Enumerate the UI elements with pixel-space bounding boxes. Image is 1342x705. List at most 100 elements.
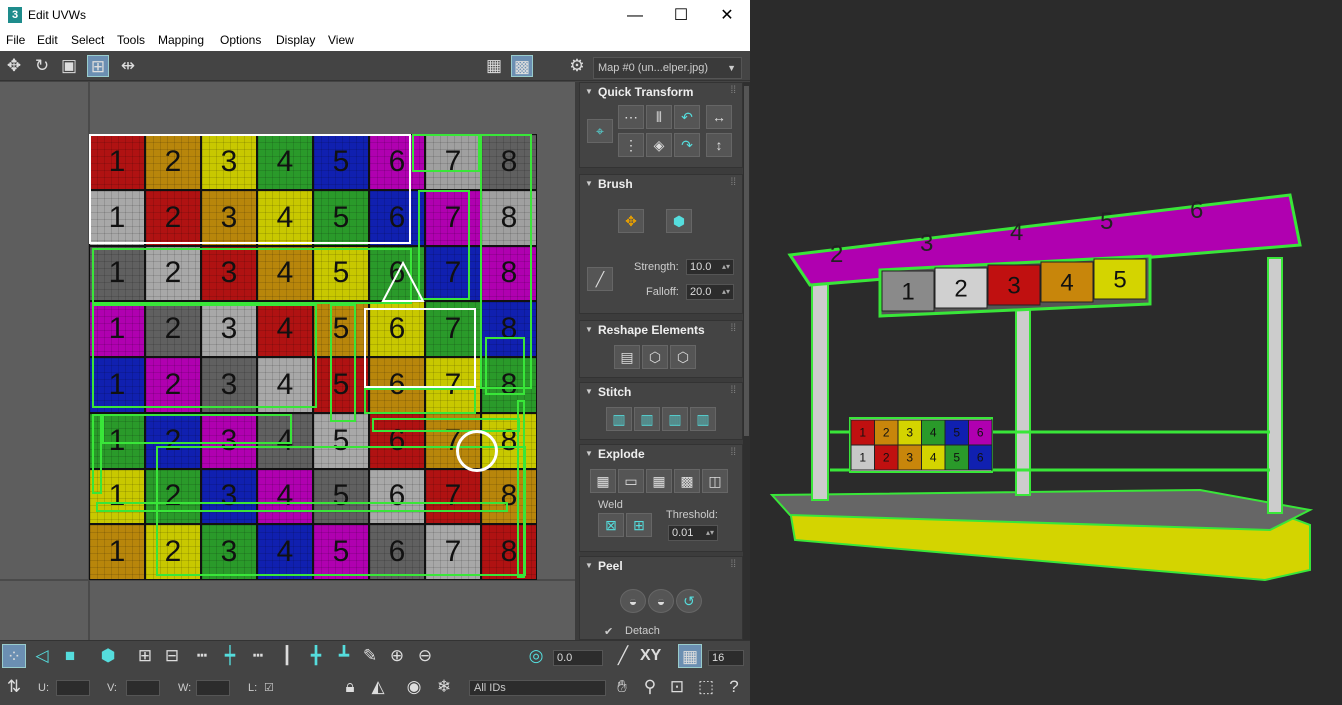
menu-display[interactable]: Display — [276, 33, 315, 47]
falloff-spinner[interactable]: 20.0 — [686, 284, 734, 300]
hide-icon[interactable]: ◭ — [366, 675, 390, 699]
lock-checkbox[interactable]: ☑ — [264, 681, 274, 694]
polygon-select-icon[interactable]: ■ — [58, 644, 82, 668]
drag-handle-icon[interactable]: ⁞⁞ — [730, 177, 736, 188]
xy-label[interactable]: XY — [640, 647, 661, 665]
align-horizontal-icon[interactable]: ⋯ — [618, 105, 644, 129]
threshold-spinner[interactable]: 0.01 — [668, 525, 718, 541]
menu-select[interactable]: Select — [71, 33, 104, 47]
show-map-icon[interactable]: ▩ — [511, 55, 533, 77]
rollout-title[interactable]: Quick Transform — [580, 83, 744, 101]
rollout-title[interactable]: Stitch — [580, 383, 744, 401]
detach-checkbox[interactable]: ✔ — [604, 625, 613, 638]
soft-selection-icon[interactable]: ◎ — [524, 644, 548, 668]
reset-peel-icon[interactable]: ↺ — [676, 589, 702, 613]
weld-target-icon[interactable]: ⊞ — [626, 513, 652, 537]
soft-selection-value[interactable]: 0.0 — [553, 650, 603, 666]
relax-settings-icon[interactable]: ⬡ — [670, 345, 696, 369]
paint-move-icon[interactable]: ✥ — [618, 209, 644, 233]
vertex-select-icon[interactable]: ⁘ — [2, 644, 26, 668]
flatten-by-material-icon[interactable]: ▦ — [646, 469, 672, 493]
help-icon[interactable]: ? — [722, 675, 746, 699]
rotate-ccw-icon[interactable]: ↶ — [674, 105, 700, 129]
scrollbar-thumb[interactable] — [744, 86, 749, 436]
strength-spinner[interactable]: 10.0 — [686, 259, 734, 275]
set-pivot-icon[interactable]: ⌖ — [587, 119, 613, 143]
uv-shell-triangle[interactable] — [380, 260, 426, 304]
grid-size-value[interactable]: 16 — [708, 650, 744, 666]
panel-scrollbar[interactable] — [743, 82, 750, 640]
space-vertical-icon[interactable]: ↕ — [706, 133, 732, 157]
relax-brush-icon[interactable]: ⬢ — [666, 209, 692, 233]
eye-icon[interactable]: ◉ — [402, 675, 426, 699]
lock-icon[interactable]: 🔒︎ — [338, 675, 362, 699]
align-to-edge-icon[interactable]: ⋮ — [618, 133, 644, 157]
material-ids-dropdown[interactable]: All IDs — [469, 680, 606, 696]
minimize-button[interactable]: — — [612, 0, 658, 31]
zoom-region-icon[interactable]: ⊡ — [665, 675, 689, 699]
pan-icon[interactable]: ✋︎ — [610, 675, 634, 699]
uv-shell[interactable] — [92, 248, 412, 304]
menu-view[interactable]: View — [328, 33, 354, 47]
paint-shrink-icon[interactable]: ⊖ — [413, 644, 437, 668]
freeform-icon[interactable]: ⊞ — [87, 55, 109, 77]
align-vertical-icon[interactable]: ⦀ — [646, 105, 672, 129]
checker-pattern-icon[interactable]: ▦ — [483, 55, 505, 77]
straighten-selection-icon[interactable]: ▤ — [614, 345, 640, 369]
drag-handle-icon[interactable]: ⁞⁞ — [730, 559, 736, 570]
uv-shell-selected[interactable] — [89, 134, 411, 244]
uv-shell[interactable] — [92, 414, 102, 494]
grow-selection-icon[interactable]: ⊞ — [133, 644, 157, 668]
loop-select-icon[interactable]: ┅ — [190, 644, 214, 668]
stitch-average-icon[interactable]: ▥ — [662, 407, 688, 431]
uv-shell[interactable] — [364, 388, 476, 414]
flatten-by-smoothing-icon[interactable]: ▭ — [618, 469, 644, 493]
uv-shell[interactable] — [96, 502, 508, 512]
menu-file[interactable]: File — [6, 33, 25, 47]
drag-handle-icon[interactable]: ⁞⁞ — [730, 323, 736, 334]
loop-shrink-icon[interactable]: ┅ — [246, 644, 270, 668]
flatten-by-checker-icon[interactable]: ▩ — [674, 469, 700, 493]
uv-shell[interactable] — [92, 304, 317, 408]
paint-grow-icon[interactable]: ⊕ — [385, 644, 409, 668]
rollout-title[interactable]: Reshape Elements — [580, 321, 744, 339]
close-button[interactable]: ✕ — [704, 0, 750, 31]
scale-icon[interactable]: ▣ — [58, 55, 80, 77]
mirror-icon[interactable]: ⇹ — [117, 55, 139, 77]
edge-select-icon[interactable]: ◁ — [30, 644, 54, 668]
maximize-button[interactable]: ☐ — [658, 0, 704, 31]
v-field[interactable] — [126, 680, 160, 696]
rotate-cw-icon[interactable]: ↷ — [674, 133, 700, 157]
uv-shell[interactable] — [330, 304, 356, 422]
stitch-to-target-icon[interactable]: ▥ — [690, 407, 716, 431]
rollout-title[interactable]: Brush — [580, 175, 744, 193]
drag-handle-icon[interactable]: ⁞⁞ — [730, 385, 736, 396]
relax-icon[interactable]: ⬡ — [642, 345, 668, 369]
flatten-by-polygon-angle-icon[interactable]: ▦ — [590, 469, 616, 493]
map-dropdown[interactable]: Map #0 (un...elper.jpg) ▼ — [593, 57, 742, 79]
ring-shrink-icon[interactable]: ┻ — [332, 644, 356, 668]
menu-options[interactable]: Options — [220, 33, 261, 47]
brush-falloff-icon[interactable]: ╱ — [587, 267, 613, 291]
uv-shell-circle[interactable] — [456, 430, 498, 472]
stitch-custom-icon[interactable]: ▥ — [606, 407, 632, 431]
rollout-title[interactable]: Explode — [580, 445, 744, 463]
zoom-extents-icon[interactable]: ⬚ — [694, 675, 718, 699]
weld-selected-icon[interactable]: ⊠ — [598, 513, 624, 537]
drag-handle-icon[interactable]: ⁞⁞ — [730, 85, 736, 96]
falloff-type-icon[interactable]: ╱ — [611, 644, 635, 668]
uv-shell[interactable] — [517, 400, 525, 578]
stitch-to-source-icon[interactable]: ▥ — [634, 407, 660, 431]
uv-shell-selected[interactable] — [364, 308, 476, 388]
u-field[interactable] — [56, 680, 90, 696]
straighten-icon[interactable]: ◈ — [646, 133, 672, 157]
space-horizontal-icon[interactable]: ↔ — [706, 105, 732, 129]
quick-peel-icon[interactable]: ◒ — [620, 589, 646, 613]
uv-shell[interactable] — [102, 414, 292, 444]
menu-tools[interactable]: Tools — [117, 33, 145, 47]
ring-select-icon[interactable]: ┃ — [275, 644, 299, 668]
drag-handle-icon[interactable]: ⁞⁞ — [730, 447, 736, 458]
zoom-icon[interactable]: ⚲ — [638, 675, 662, 699]
freeze-icon[interactable]: ❄ — [432, 675, 456, 699]
w-field[interactable] — [196, 680, 230, 696]
